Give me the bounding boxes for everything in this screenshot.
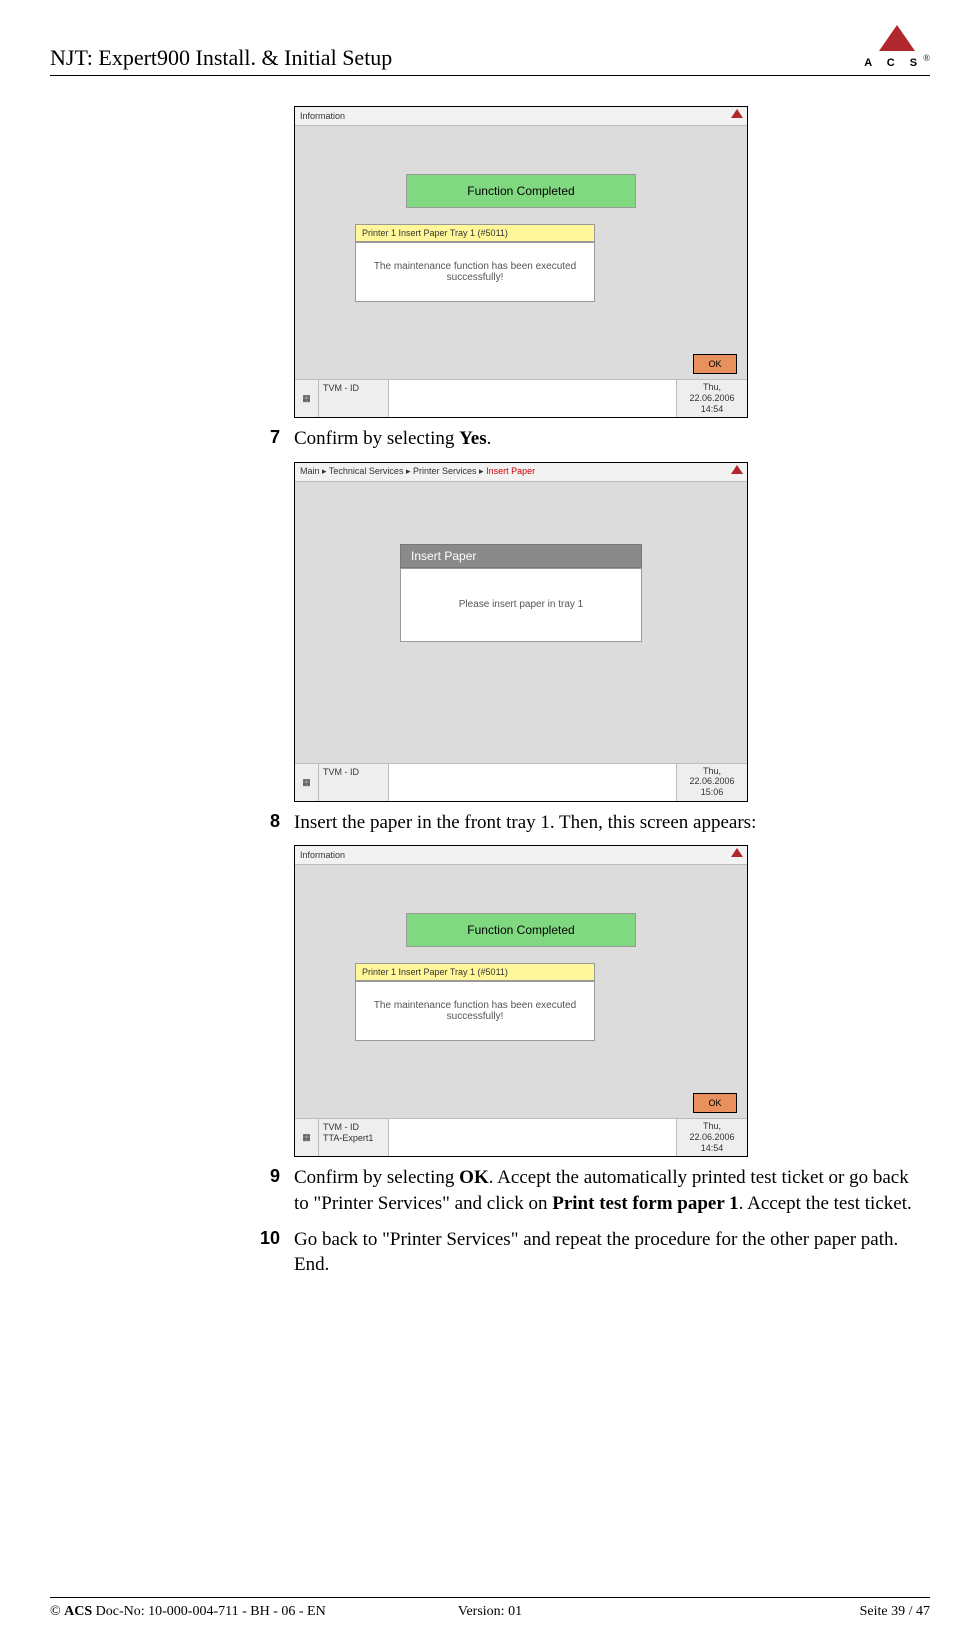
statusbar-icon: ▦	[295, 380, 319, 417]
statusbar-spacer	[389, 380, 677, 417]
timestamp: Thu, 22.06.2006 14:54	[677, 380, 747, 417]
statusbar: ▦ TVM - ID Thu, 22.06.2006 15:06	[295, 763, 747, 801]
logo-triangle-icon	[731, 848, 743, 857]
window-title: Information	[300, 850, 345, 860]
ok-button[interactable]: OK	[693, 1093, 737, 1113]
panel-title: Insert Paper	[400, 544, 642, 568]
statusbar-icon: ▦	[295, 1119, 319, 1156]
message-panel: The maintenance function has been execut…	[355, 242, 595, 302]
logo-triangle-icon	[731, 465, 743, 474]
statusbar-spacer	[389, 1119, 677, 1156]
window-titlebar: Information	[295, 107, 747, 126]
statusbar: ▦ TVM - ID Thu, 22.06.2006 14:54	[295, 379, 747, 417]
footer-page-number: Seite 39 / 47	[637, 1604, 930, 1620]
logo-triangle-icon	[879, 25, 915, 51]
footer-version: Version: 01	[343, 1604, 636, 1620]
step-9: 9 Confirm by selecting OK. Accept the au…	[250, 1165, 920, 1216]
tvm-id-label: TVM - ID TTA-Expert1	[319, 1119, 389, 1156]
step-text: Confirm by selecting OK. Accept the auto…	[294, 1165, 920, 1216]
tvm-id-label: TVM - ID	[319, 764, 389, 801]
statusbar-spacer	[389, 764, 677, 801]
step-7: 7 Confirm by selecting Yes.	[250, 426, 920, 452]
logo-letters: A C S	[864, 57, 923, 69]
breadcrumb: Main ▸ Technical Services ▸ Printer Serv…	[300, 466, 535, 477]
step-number: 8	[250, 810, 280, 832]
step-number: 10	[250, 1227, 280, 1249]
screenshot-function-completed-2: Information Function Completed Printer 1…	[294, 845, 748, 1157]
footer-left: © ACS Doc-No: 10-000-004-711 - BH - 06 -…	[50, 1604, 343, 1620]
message-panel: The maintenance function has been execut…	[355, 981, 595, 1041]
screenshot-function-completed-1: Information Function Completed Printer 1…	[294, 106, 748, 418]
step-text: Go back to "Printer Services" and repeat…	[294, 1227, 920, 1278]
ok-button[interactable]: OK	[693, 354, 737, 374]
window-titlebar: Information	[295, 846, 747, 865]
window-titlebar: Main ▸ Technical Services ▸ Printer Serv…	[295, 463, 747, 482]
timestamp: Thu, 22.06.2006 15:06	[677, 764, 747, 801]
page-header: NJT: Expert900 Install. & Initial Setup …	[50, 25, 930, 76]
step-text: Insert the paper in the front tray 1. Th…	[294, 810, 756, 836]
step-number: 7	[250, 426, 280, 448]
page-footer: © ACS Doc-No: 10-000-004-711 - BH - 06 -…	[50, 1597, 930, 1620]
statusbar: ▦ TVM - ID TTA-Expert1 Thu, 22.06.2006 1…	[295, 1118, 747, 1156]
timestamp: Thu, 22.06.2006 14:54	[677, 1119, 747, 1156]
logo-triangle-icon	[731, 109, 743, 118]
message-panel: Please insert paper in tray 1	[400, 568, 642, 642]
step-text: Confirm by selecting Yes.	[294, 426, 491, 452]
statusbar-icon: ▦	[295, 764, 319, 801]
status-banner: Function Completed	[406, 174, 636, 208]
tvm-id-label: TVM - ID	[319, 380, 389, 417]
registered-mark: ®	[923, 53, 930, 63]
document-title: NJT: Expert900 Install. & Initial Setup	[50, 45, 392, 71]
step-number: 9	[250, 1165, 280, 1187]
task-label: Printer 1 Insert Paper Tray 1 (#5011)	[355, 963, 595, 981]
content-area: Information Function Completed Printer 1…	[50, 106, 930, 1597]
task-label: Printer 1 Insert Paper Tray 1 (#5011)	[355, 224, 595, 242]
status-banner: Function Completed	[406, 913, 636, 947]
step-8: 8 Insert the paper in the front tray 1. …	[250, 810, 920, 836]
window-title: Information	[300, 111, 345, 121]
screenshot-insert-paper: Main ▸ Technical Services ▸ Printer Serv…	[294, 462, 748, 802]
step-10: 10 Go back to "Printer Services" and rep…	[250, 1227, 920, 1278]
acs-logo: A C S®	[864, 25, 930, 71]
